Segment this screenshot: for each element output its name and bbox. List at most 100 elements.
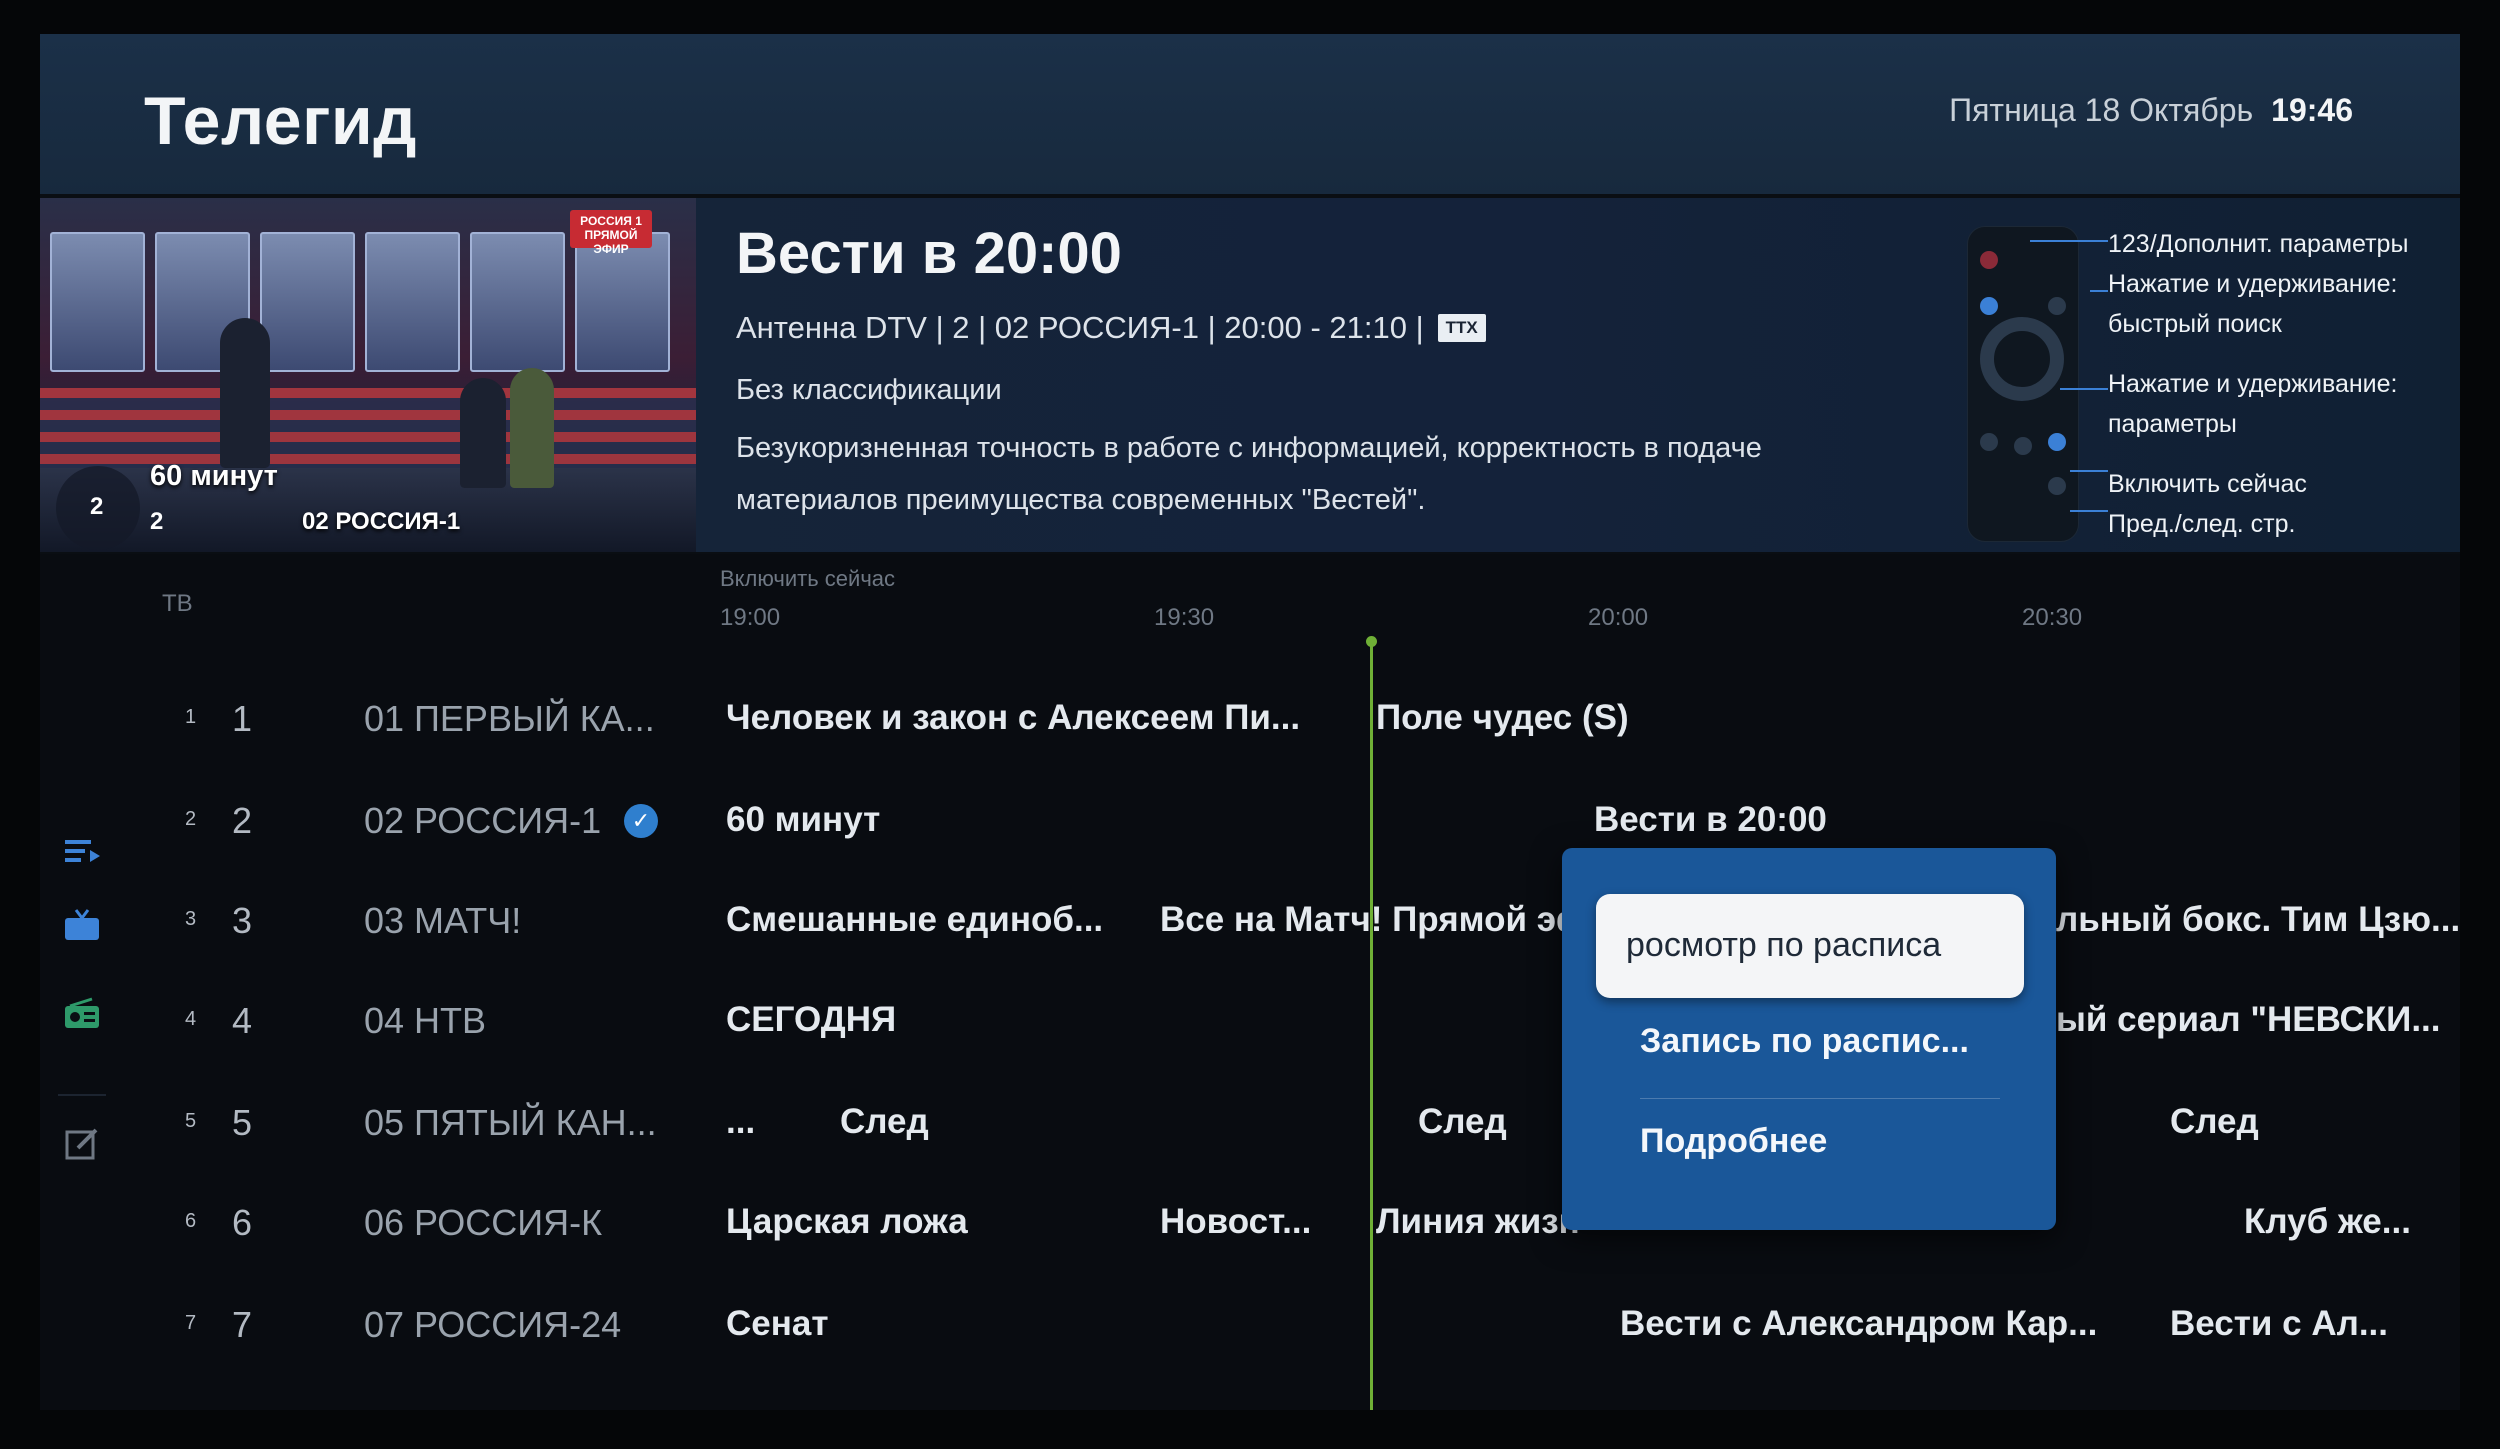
program-cell[interactable]: Все на Матч! Прямой эф [1160, 900, 1587, 940]
hint-text: 123/Дополнит. параметры [2108, 230, 2409, 258]
hint-text: Включить сейчас [2108, 470, 2307, 498]
preview-studio-stripes [40, 388, 696, 468]
time-tick: 19:00 [720, 604, 781, 631]
preview-person [510, 368, 554, 488]
back-button-icon [1980, 433, 1998, 451]
hint-connector [2060, 388, 2108, 390]
channel-number: 1 [232, 698, 253, 739]
hint-text: быстрый поиск [2108, 310, 2282, 338]
hint-connector [2030, 240, 2108, 242]
menu-item-details[interactable]: Подробнее [1640, 1122, 1827, 1161]
remote-hints: 123/Дополнит. параметры Нажатие и удержи… [2108, 224, 2408, 544]
program-cell[interactable]: Поле чудес (S) [1376, 698, 1629, 738]
program-classification: Без классификации [736, 374, 1002, 406]
channel-preview[interactable]: РОССИЯ 1 ПРЯМОЙ ЭФИР 2 60 минут 2 02 РОС… [40, 198, 696, 552]
program-cell[interactable]: Царская ложа [726, 1202, 968, 1242]
header: Телегид Пятница 18 Октябрь 19:46 [40, 34, 2460, 194]
tv-screen: Телегид Пятница 18 Октябрь 19:46 РОССИЯ 1… [40, 34, 2460, 1410]
channel-row[interactable]: 5 5 05 ПЯТЫЙ КАН... ... След След След [40, 1074, 2460, 1174]
program-cell[interactable]: След [1418, 1102, 1507, 1142]
hint-text: Нажатие и удерживание: [2108, 370, 2398, 398]
channel-row[interactable]: 1 1 01 ПЕРВЫЙ КА... Человек и закон с Ал… [40, 670, 2460, 770]
channel-row[interactable]: 4 4 04 НТВ СЕГОДНЯ ый сериал "НЕВСКИ... [40, 972, 2460, 1072]
preview-channel-name: 02 РОССИЯ-1 [302, 508, 461, 535]
program-cell[interactable]: ый сериал "НЕВСКИ... [2056, 1000, 2441, 1040]
dpad-icon [1980, 317, 2064, 401]
watch-now-hint: Включить сейчас [720, 566, 896, 591]
time-tick: 19:30 [1154, 604, 1215, 631]
channel-button-icon [2048, 477, 2066, 495]
preview-person [460, 378, 506, 488]
program-cell[interactable]: ... [726, 1102, 755, 1142]
preview-studio-screens [50, 232, 670, 372]
program-cell[interactable]: След [840, 1102, 929, 1142]
context-menu: росмотр по расписа Запись по распис... П… [1562, 848, 2056, 1230]
ttx-badge: TTX [1437, 314, 1486, 342]
row-index: 1 [185, 706, 197, 728]
mic-button-icon [2048, 297, 2066, 315]
program-cell[interactable]: Линия жизн [1376, 1202, 1580, 1242]
play-button-icon [2048, 433, 2066, 451]
num-button-icon [1980, 297, 1998, 315]
channel-row[interactable]: 3 3 03 МАТЧ! Смешанные единоб... Все на … [40, 872, 2460, 972]
clock: 19:46 [2271, 92, 2353, 128]
epg-grid: ТВ Включить сейчас 19:00 19:30 20:00 20:… [40, 554, 2460, 1410]
preview-person [220, 318, 270, 468]
program-cell[interactable]: льный бокс. Тим Цзю... [2056, 900, 2460, 940]
program-title: Вести в 20:00 [736, 221, 1122, 286]
row-index: 7 [185, 1312, 197, 1334]
hint-text: параметры [2108, 410, 2237, 438]
channel-number: 7 [232, 1304, 253, 1345]
channel-name: 07 РОССИЯ-24 [364, 1304, 622, 1345]
row-index: 3 [185, 908, 197, 930]
menu-divider [1640, 1098, 2000, 1099]
row-index: 5 [185, 1110, 197, 1132]
channel-name: 06 РОССИЯ-К [364, 1202, 603, 1243]
program-info-panel: РОССИЯ 1 ПРЯМОЙ ЭФИР 2 60 минут 2 02 РОС… [40, 198, 2460, 552]
program-cell[interactable]: Клуб же... [2244, 1202, 2411, 1242]
time-tick: 20:00 [1588, 604, 1649, 631]
program-cell[interactable]: Сенат [726, 1304, 829, 1344]
remote-control-icon [1967, 226, 2079, 542]
preview-channel-number: 2 [150, 508, 164, 535]
home-button-icon [2014, 437, 2032, 455]
channel-row[interactable]: 6 6 06 РОССИЯ-К Царская ложа Новост... Л… [40, 1174, 2460, 1274]
channel-name: 01 ПЕРВЫЙ КА... [364, 698, 655, 739]
program-cell[interactable]: Вести с Ал... [2170, 1304, 2388, 1344]
tv-column-label: ТВ [162, 590, 193, 617]
row-index: 2 [185, 808, 197, 830]
hint-connector [2070, 510, 2108, 512]
power-button-icon [1980, 251, 1998, 269]
channel-logo: РОССИЯ 1 ПРЯМОЙ ЭФИР [570, 210, 652, 256]
hint-text: Нажатие и удерживание: [2108, 270, 2398, 298]
program-cell[interactable]: 60 минут [726, 800, 880, 840]
channel-number: 5 [232, 1102, 253, 1143]
channel-row[interactable]: 2 2 02 РОССИЯ-1 ✓ 60 минут Вести в 20:00 [40, 772, 2460, 872]
check-icon: ✓ [624, 804, 658, 838]
program-cell[interactable]: Вести в 20:00 [1594, 800, 1827, 840]
channel-number: 6 [232, 1202, 253, 1243]
hint-text: Пред./след. стр. [2108, 510, 2296, 538]
program-cell[interactable]: Новост... [1160, 1202, 1311, 1242]
page-title: Телегид [144, 83, 417, 159]
menu-item-watch-schedule[interactable]: росмотр по расписа [1596, 894, 2024, 998]
channel-number: 2 [232, 800, 253, 841]
program-cell[interactable]: Смешанные единоб... [726, 900, 1103, 940]
program-cell[interactable]: След [2170, 1102, 2259, 1142]
channel-name: 03 МАТЧ! [364, 900, 522, 941]
hint-connector [2070, 470, 2108, 472]
program-cell[interactable]: Вести с Александром Кар... [1620, 1304, 2097, 1344]
channel-name: 05 ПЯТЫЙ КАН... [364, 1102, 657, 1143]
program-cell[interactable]: СЕГОДНЯ [726, 1000, 896, 1040]
channel-number: 4 [232, 1000, 253, 1041]
program-cell[interactable]: Человек и закон с Алексеем Пи... [726, 698, 1300, 738]
menu-item-record-schedule[interactable]: Запись по распис... [1640, 1022, 1969, 1061]
channel-number: 3 [232, 900, 253, 941]
channel-name: 04 НТВ [364, 1000, 487, 1041]
time-tick: 20:30 [2022, 604, 2083, 631]
channel-row[interactable]: 7 7 07 РОССИЯ-24 Сенат Вести с Александр… [40, 1276, 2460, 1376]
row-index: 4 [185, 1008, 197, 1030]
program-meta-text: Антенна DTV | 2 | 02 РОССИЯ-1 | 20:00 - … [736, 310, 1424, 345]
date-time: Пятница 18 Октябрь 19:46 [1949, 92, 2353, 129]
date-label: Пятница 18 Октябрь [1949, 92, 2254, 128]
